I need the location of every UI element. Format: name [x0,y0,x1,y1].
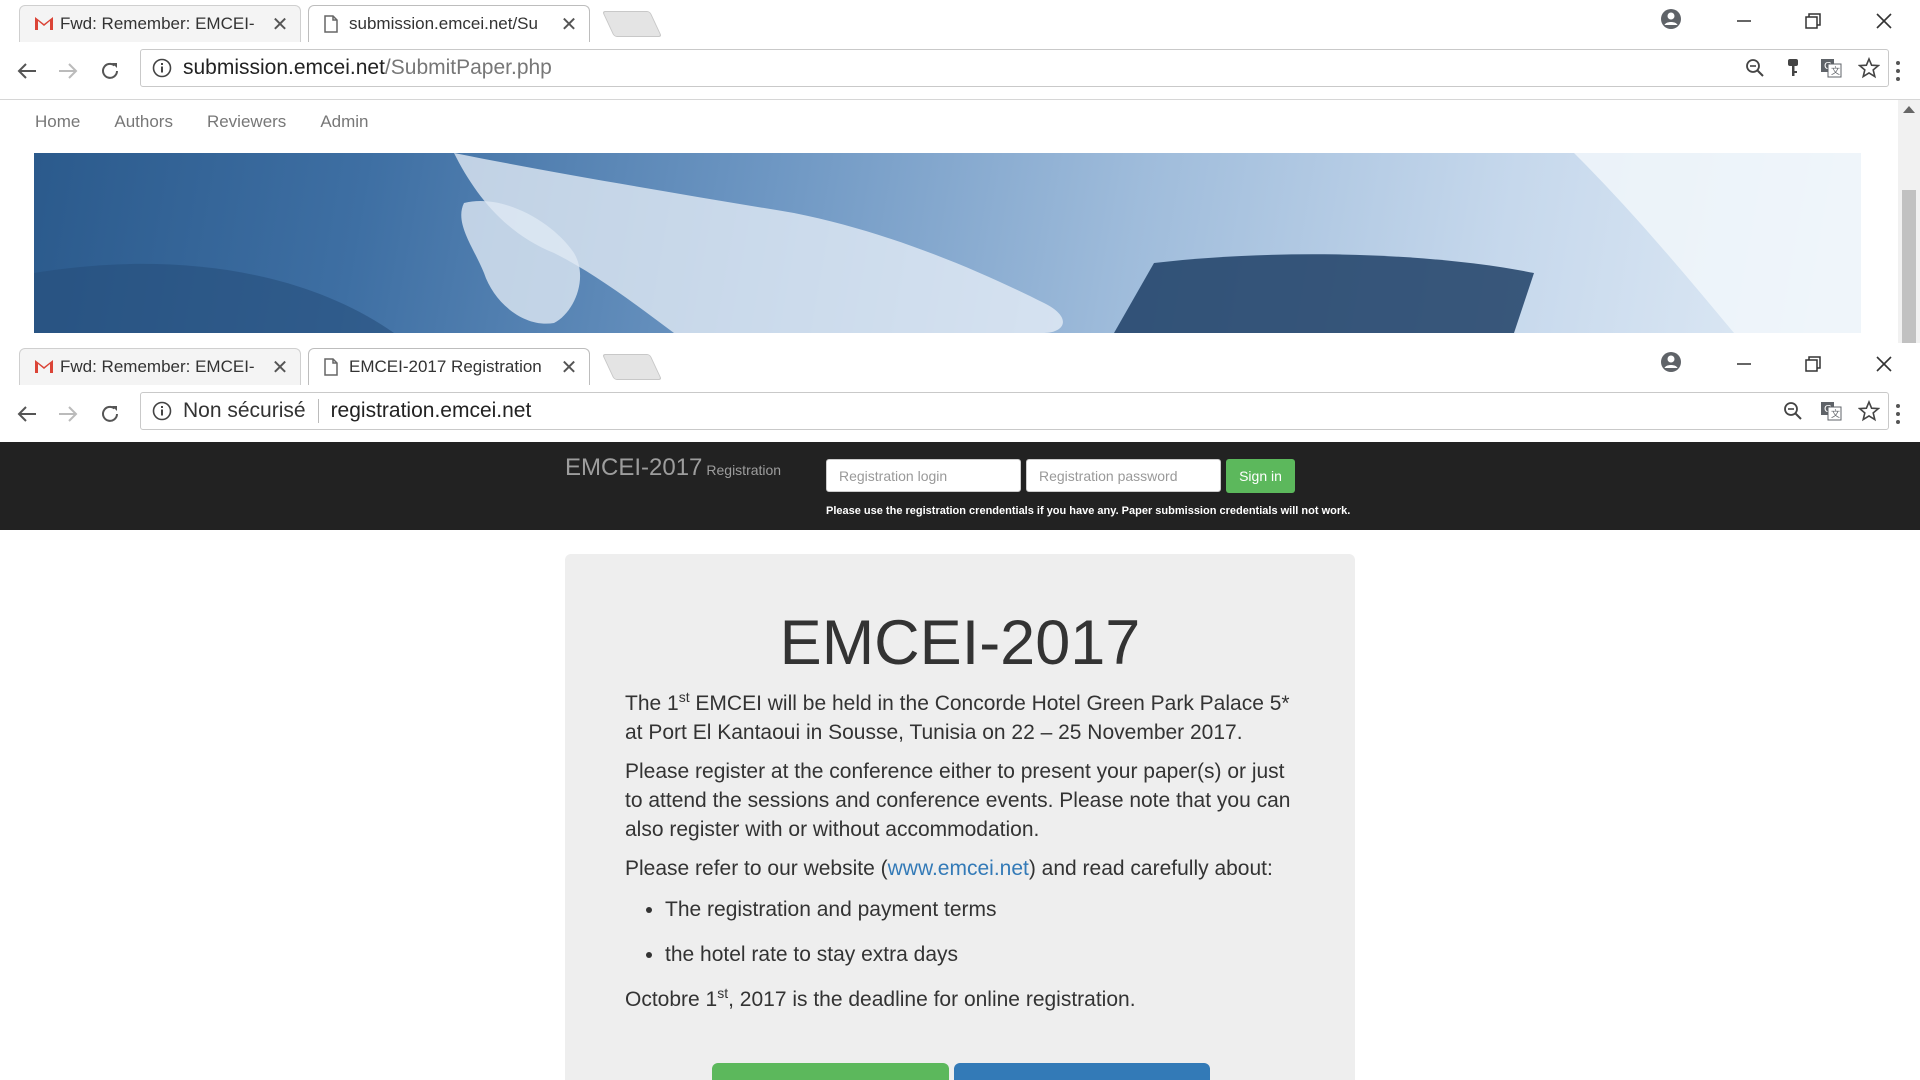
vertical-scrollbar[interactable] [1898,100,1920,343]
brand-subtitle: Registration [706,462,782,478]
page-icon [323,358,343,376]
back-icon[interactable] [12,56,42,86]
scroll-up-icon[interactable] [1903,106,1915,113]
nav-home[interactable]: Home [35,112,80,132]
close-icon[interactable]: ✕ [559,355,579,380]
registration-password-input[interactable] [1026,459,1221,492]
browser-window-submission: Fwd: Remember: EMCEI- ✕ submission.emcei… [0,0,1920,343]
new-tab-button[interactable] [601,354,663,380]
translate-icon[interactable]: G文 [1812,401,1850,421]
tab-label: submission.emcei.net/Su [349,14,538,33]
page-title: EMCEI-2017 [779,608,1141,678]
tab-gmail[interactable]: Fwd: Remember: EMCEI- ✕ [19,5,301,42]
menu-icon[interactable] [1890,399,1906,429]
tab-strip: Fwd: Remember: EMCEI- ✕ submission.emcei… [0,0,1920,42]
forward-icon[interactable] [53,399,83,429]
svg-text:文: 文 [1831,65,1840,77]
scrollbar-thumb[interactable] [1902,190,1916,343]
tab-strip: Fwd: Remember: EMCEI- ✕ EMCEI-2017 Regis… [0,343,1920,385]
address-toolbar: Non sécurisé registration.emcei.net G文 [0,385,1920,443]
nav-reviewers[interactable]: Reviewers [207,112,286,132]
website-link[interactable]: www.emcei.net [888,857,1029,880]
tab-label: Fwd: Remember: EMCEI- [60,357,255,376]
profile-icon[interactable] [1660,351,1682,373]
forward-icon[interactable] [53,56,83,86]
omnibox-actions: G文 [1774,393,1888,429]
translate-icon[interactable]: G文 [1812,58,1850,78]
address-toolbar: submission.emcei.net/SubmitPaper.php G文 [0,42,1920,100]
profile-icon[interactable] [1660,8,1682,30]
key-icon[interactable] [1774,58,1812,78]
registration-login-input[interactable] [826,459,1021,492]
intro-text: The 1 [625,692,679,715]
tab-label: EMCEI-2017 Registration [349,357,542,376]
menu-icon[interactable] [1890,56,1906,86]
tab-label: Fwd: Remember: EMCEI- [60,14,255,33]
bookmark-star-icon[interactable] [1850,400,1888,422]
intro-text: ) and read carefully about: [1028,857,1273,880]
zoom-icon[interactable] [1774,401,1812,421]
tab-registration[interactable]: EMCEI-2017 Registration ✕ [308,348,590,385]
url-bar[interactable]: Non sécurisé registration.emcei.net G文 [140,392,1889,430]
close-icon[interactable]: ✕ [559,12,579,37]
info-list: The registration and payment terms the h… [625,895,1295,969]
tab-submission[interactable]: submission.emcei.net/Su ✕ [308,5,590,42]
security-label[interactable]: Non sécurisé [183,399,319,423]
top-nav: Home Authors Reviewers Admin [35,112,369,132]
brand[interactable]: EMCEI-2017 Registration [565,454,781,482]
intro-text: EMCEI will be held in the Concorde Hotel… [625,692,1290,744]
submission-page: Home Authors Reviewers Admin [0,100,1898,343]
nav-admin[interactable]: Admin [320,112,368,132]
gmail-icon [34,358,54,376]
intro-text: Please refer to our website ( [625,857,888,880]
url-path: /SubmitPaper.php [384,56,552,79]
close-window-icon[interactable] [1864,6,1904,36]
close-icon[interactable]: ✕ [270,355,290,380]
info-icon[interactable] [141,401,183,421]
restore-icon[interactable] [1793,349,1833,379]
url-host: submission.emcei.net [183,56,385,79]
omnibox-actions: G文 [1736,50,1888,86]
tab-gmail[interactable]: Fwd: Remember: EMCEI- ✕ [19,348,301,385]
intro-paragraph-2: Please register at the conference either… [625,760,1291,841]
intro-paragraph-3: Please refer to our website (www.emcei.n… [625,854,1295,883]
page-icon [323,15,343,33]
info-icon[interactable] [141,58,183,78]
browser-window-registration: Fwd: Remember: EMCEI- ✕ EMCEI-2017 Regis… [0,343,1920,1080]
deadline-text: Octobre 1 [625,988,718,1011]
deadline-paragraph: Octobre 1st, 2017 is the deadline for on… [625,985,1295,1014]
url-host: registration.emcei.net [330,399,532,422]
minimize-icon[interactable] [1724,6,1764,36]
list-item: The registration and payment terms [665,895,1295,924]
intro-jumbotron: EMCEI-2017 The 1st EMCEI will be held in… [565,554,1355,1080]
minimize-icon[interactable] [1724,349,1764,379]
sign-in-button[interactable]: Sign in [1226,459,1295,493]
new-tab-button[interactable] [601,11,663,37]
nav-authors[interactable]: Authors [114,112,173,132]
restore-icon[interactable] [1793,6,1833,36]
url-bar[interactable]: submission.emcei.net/SubmitPaper.php G文 [140,49,1889,87]
reload-icon[interactable] [95,399,125,429]
green-action-button[interactable] [712,1063,949,1080]
header-banner-image [34,153,1861,333]
registration-navbar: EMCEI-2017Registration Sign in Please us… [0,442,1920,530]
blue-action-button[interactable] [954,1063,1210,1080]
ordinal-suffix: st [678,689,690,705]
bookmark-star-icon[interactable] [1850,57,1888,79]
brand-title: EMCEI-2017 [565,454,703,481]
login-note: Please use the registration crendentials… [826,505,1351,517]
zoom-icon[interactable] [1736,58,1774,78]
intro-paragraph-1: The 1st EMCEI will be held in the Concor… [625,689,1295,747]
gmail-icon [34,15,54,33]
close-icon[interactable]: ✕ [270,12,290,37]
close-window-icon[interactable] [1864,349,1904,379]
svg-text:文: 文 [1831,408,1840,420]
reload-icon[interactable] [95,56,125,86]
list-item: the hotel rate to stay extra days [665,940,1295,969]
deadline-text: , 2017 is the deadline for online regist… [728,988,1136,1011]
back-icon[interactable] [12,399,42,429]
ordinal-suffix: st [717,985,729,1001]
